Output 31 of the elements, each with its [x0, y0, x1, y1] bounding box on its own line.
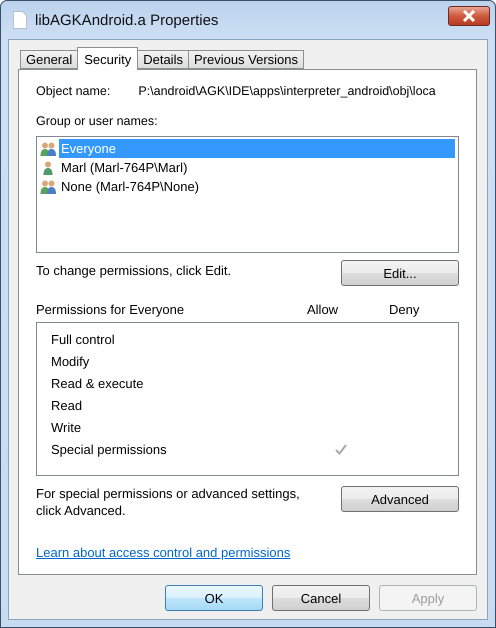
edit-button[interactable]: Edit... [341, 260, 459, 286]
tab[interactable]: General [20, 50, 78, 69]
group-list-label: Group or user names: [36, 114, 159, 128]
dialog-button[interactable]: Cancel [272, 585, 370, 611]
deny-heading: Deny [389, 302, 420, 317]
permissions-label: Permissions for Everyone [36, 302, 186, 317]
permission-name: Write [51, 420, 82, 434]
group-icon [40, 141, 57, 156]
list-item[interactable]: None (Marl-764P\None) [59, 177, 202, 196]
edit-hint: To change permissions, click Edit. [36, 262, 232, 279]
advanced-hint: For special permissions or advanced settings, click Advanced. [36, 485, 301, 519]
file-icon [13, 11, 27, 29]
object-name-value: P:\android\AGK\IDE\apps\interpreter_android\obj\loca [138, 84, 436, 98]
object-name-label: Object name: [36, 84, 110, 98]
close-button[interactable] [448, 6, 490, 26]
help-link[interactable]: Learn about access control and permissions [36, 545, 290, 560]
permission-name: Special permissions [51, 442, 168, 456]
close-icon [462, 10, 476, 22]
permission-name: Read [51, 398, 84, 412]
permission-name: Read & execute [51, 376, 145, 390]
window-title: libAGKAndroid.a Properties [35, 12, 220, 28]
list-item[interactable]: Marl (Marl-764P\Marl) [59, 158, 190, 177]
tab[interactable]: Details [137, 50, 189, 69]
permission-name: Full control [51, 332, 116, 346]
tab[interactable]: Security [77, 47, 138, 70]
advanced-button[interactable]: Advanced [341, 486, 459, 512]
allow-heading: Allow [307, 302, 340, 317]
default-button[interactable]: OK [165, 585, 263, 611]
tab[interactable]: Previous Versions [188, 50, 304, 69]
group-icon [40, 179, 57, 194]
permission-name: Modify [51, 354, 90, 368]
